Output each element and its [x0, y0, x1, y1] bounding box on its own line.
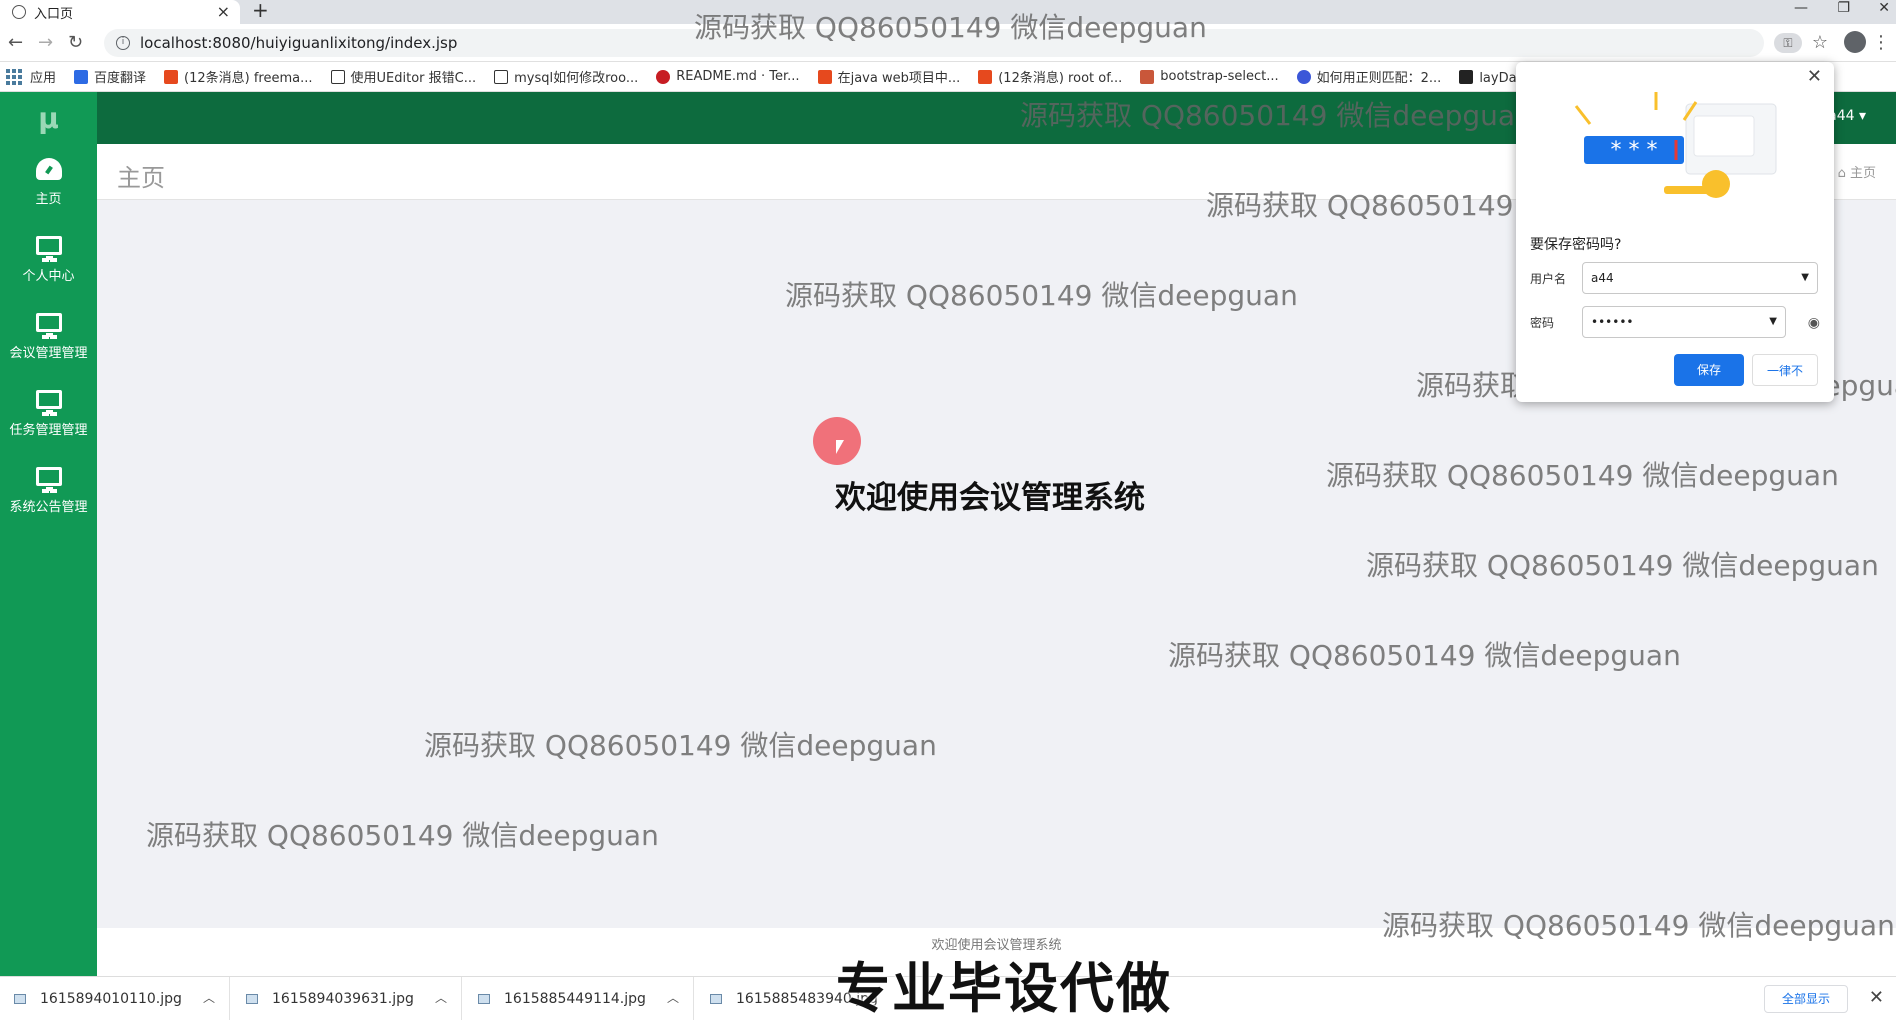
- baidu-paw-icon: [1296, 69, 1311, 84]
- globe-icon: [12, 5, 26, 19]
- bookmark-item[interactable]: bootstrap-select...: [1140, 69, 1279, 84]
- image-file-icon: [478, 994, 490, 1004]
- watermark: 源码获取 QQ86050149 微信deepguan: [785, 279, 1298, 312]
- sidebar-item-label: 个人中心: [22, 268, 75, 284]
- close-icon[interactable]: ✕: [1807, 66, 1822, 87]
- chevron-up-icon[interactable]: ︿: [435, 989, 447, 1006]
- window-close-icon[interactable]: ✕: [1878, 0, 1890, 16]
- watermark: 源码获取 QQ86050149 微信deepguan: [694, 11, 1207, 44]
- image-file-icon: [710, 994, 722, 1004]
- chevron-down-icon: ▼: [1801, 272, 1809, 283]
- url-text: localhost:8080/huiyiguanlixitong/index.j…: [140, 34, 458, 52]
- dashboard-icon: [35, 158, 62, 180]
- csdn-icon: [164, 69, 179, 84]
- svg-text:* * *: * * *: [1611, 138, 1658, 163]
- bootstrap-icon: [1140, 69, 1155, 84]
- monitor-icon: [35, 235, 62, 260]
- watermark: 源码获取 QQ86050149 微信deepguan: [1366, 549, 1879, 582]
- watermark: 源码获取 QQ86050149 微信deepguan: [1382, 909, 1895, 942]
- star-icon[interactable]: ☆: [1812, 32, 1828, 53]
- save-password-dialog: ✕ * * * 要保存密码吗? 用户名 a44 ▼ 密码 •••••• ▼ ◉ …: [1516, 62, 1834, 402]
- monitor-icon: [35, 312, 62, 337]
- sidebar-item-profile[interactable]: 个人中心: [0, 221, 97, 298]
- bookmark-apps[interactable]: 应用: [6, 67, 56, 86]
- link-icon: [494, 69, 509, 84]
- eye-icon[interactable]: ◉: [1808, 315, 1820, 331]
- watermark: 源码获取 QQ86050149 微信deepguan: [1326, 459, 1839, 492]
- new-tab-button[interactable]: +: [252, 0, 269, 20]
- bookmark-item[interactable]: (12条消息) root of...: [978, 67, 1122, 86]
- bookmark-item[interactable]: 如何用正则匹配：2...: [1296, 67, 1441, 86]
- chevron-down-icon: ▼: [1769, 316, 1777, 327]
- link-icon: [330, 69, 345, 84]
- bookmark-item[interactable]: mysql如何修改roo...: [494, 67, 638, 86]
- laydate-icon: [1459, 69, 1474, 84]
- image-file-icon: [14, 994, 26, 1004]
- sidebar-item-tasks[interactable]: 任务管理管理: [0, 375, 97, 452]
- chevron-up-icon[interactable]: ︿: [667, 989, 679, 1006]
- watermark: 源码获取 QQ86050149 微信deepguan: [146, 819, 659, 852]
- breadcrumb[interactable]: ⌂ 主页: [1838, 162, 1876, 181]
- monitor-icon: [35, 466, 62, 491]
- info-icon[interactable]: i: [116, 36, 130, 50]
- browser-tab[interactable]: 入口页 ×: [0, 0, 240, 24]
- download-item[interactable]: 1615885449114.jpg ︿: [464, 977, 694, 1020]
- password-illustration-icon: * * *: [1574, 92, 1777, 198]
- bookmark-item[interactable]: (12条消息) freema...: [164, 67, 313, 86]
- bookmark-item[interactable]: 在java web项目中...: [817, 67, 960, 86]
- bookmark-item[interactable]: README.md · Ter...: [656, 69, 800, 84]
- bookmark-item[interactable]: 使用UEditor 报错C...: [330, 67, 476, 86]
- mouse-cursor-icon: [836, 440, 844, 454]
- sidebar-item-meetings[interactable]: 会议管理管理: [0, 298, 97, 375]
- sidebar-item-home[interactable]: 主页: [0, 144, 97, 221]
- key-icon[interactable]: ⚿: [1774, 33, 1802, 53]
- show-all-downloads-button[interactable]: 全部显示: [1764, 985, 1848, 1013]
- download-item[interactable]: 1615894039631.jpg ︿: [232, 977, 462, 1020]
- welcome-heading: 欢迎使用会议管理系统: [835, 480, 1145, 516]
- sidebar-item-label: 会议管理管理: [9, 345, 88, 361]
- watermark: 源码获取 QQ86050149 微信deepguan: [424, 729, 937, 762]
- forward-icon[interactable]: →: [38, 32, 53, 53]
- csdn-icon: [817, 69, 832, 84]
- monitor-icon: [35, 389, 62, 414]
- csdn-icon: [978, 69, 993, 84]
- sidebar: μ 主页 个人中心 会议管理管理 任务管理管理 系统公告管理: [0, 92, 97, 976]
- minimize-icon[interactable]: —: [1794, 0, 1808, 16]
- bookmark-item[interactable]: 百度翻译: [74, 67, 146, 86]
- username-label: 用户名: [1530, 272, 1567, 286]
- sidebar-item-announcements[interactable]: 系统公告管理: [0, 452, 97, 529]
- back-icon[interactable]: ←: [8, 32, 23, 53]
- username-select[interactable]: a44 ▼: [1582, 262, 1818, 294]
- tab-title: 入口页: [34, 6, 74, 22]
- dialog-title: 要保存密码吗?: [1530, 237, 1622, 253]
- watermark: 源码获取 QQ86050149 微信deepguan: [1020, 99, 1533, 132]
- gitee-icon: [656, 69, 671, 84]
- app-logo[interactable]: μ: [0, 92, 97, 144]
- password-select[interactable]: •••••• ▼: [1582, 306, 1786, 338]
- baidu-translate-icon: [74, 69, 89, 84]
- image-file-icon: [246, 994, 258, 1004]
- sidebar-item-label: 系统公告管理: [9, 499, 88, 515]
- password-label: 密码: [1530, 316, 1555, 330]
- promo-overlay-text: 专业毕设代做: [836, 957, 1172, 1020]
- chevron-up-icon[interactable]: ︿: [203, 989, 215, 1006]
- profile-icon[interactable]: [1844, 31, 1866, 53]
- never-button[interactable]: 一律不: [1752, 354, 1818, 386]
- save-button[interactable]: 保存: [1674, 354, 1744, 386]
- kebab-menu-icon[interactable]: ⋮: [1872, 32, 1890, 53]
- page-title: 主页: [117, 164, 165, 192]
- restore-icon[interactable]: ❐: [1837, 0, 1850, 16]
- close-icon[interactable]: ✕: [1869, 987, 1884, 1008]
- apps-grid-icon: [6, 68, 22, 85]
- sidebar-item-label: 任务管理管理: [9, 422, 88, 438]
- watermark: 源码获取 QQ86050149 微信deepguan: [1168, 639, 1681, 672]
- download-item[interactable]: 1615894010110.jpg ︿: [0, 977, 230, 1020]
- tab-close-icon[interactable]: ×: [217, 2, 230, 21]
- reload-icon[interactable]: ↻: [68, 32, 83, 53]
- sidebar-item-label: 主页: [35, 192, 62, 207]
